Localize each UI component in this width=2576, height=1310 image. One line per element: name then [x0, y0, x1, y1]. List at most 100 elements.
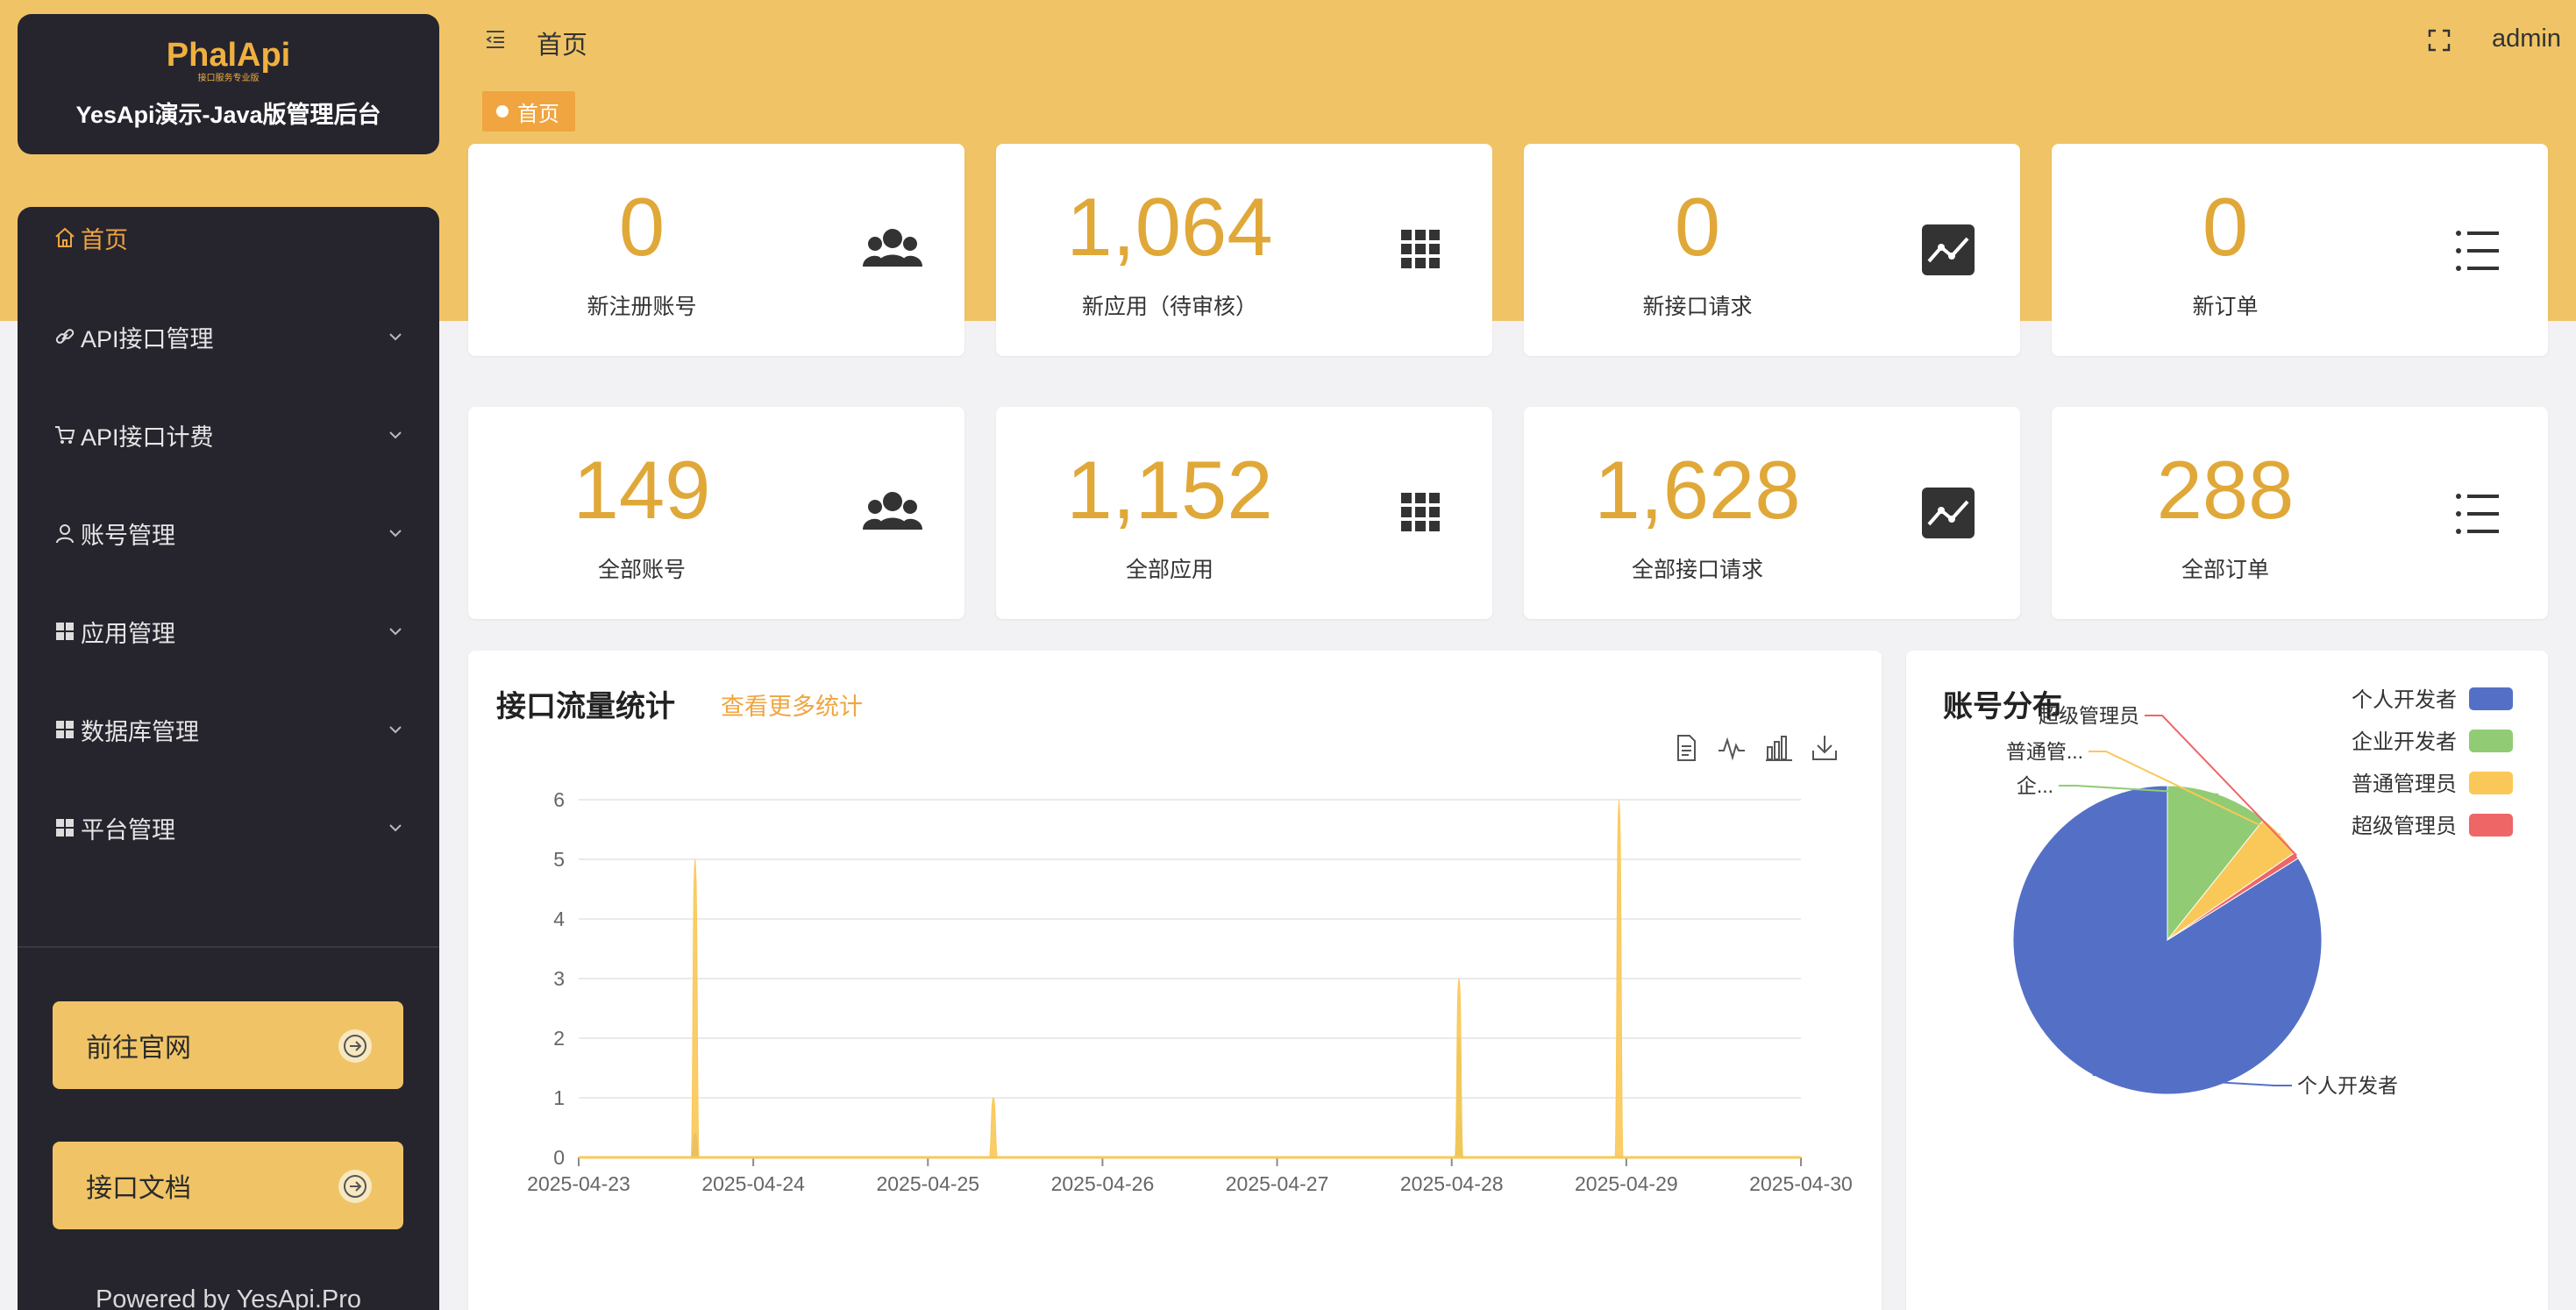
breadcrumb[interactable]: 首页 — [537, 25, 587, 61]
sidebar-item-apps[interactable]: 应用管理 — [18, 605, 439, 658]
stat-label: 全部接口请求 — [1631, 558, 1763, 582]
y-tick-label: 4 — [553, 908, 565, 930]
x-tick-label: 2025-04-24 — [701, 1172, 805, 1195]
y-tick-label: 1 — [553, 1086, 565, 1109]
x-tick-label: 2025-04-28 — [1400, 1172, 1504, 1195]
official-site-button[interactable]: 前往官网 — [53, 1001, 403, 1089]
y-tick-label: 3 — [553, 967, 565, 990]
stat-value: 0 — [618, 181, 665, 273]
grid-icon — [53, 717, 77, 742]
link-icon — [53, 324, 77, 349]
chevron-down-icon — [389, 628, 402, 636]
traffic-area-chart: 0 1 2 3 4 5 6 2025-04-23 2025-04-24 2025-04-25 202… — [527, 788, 1853, 1195]
legend-swatch — [2469, 730, 2513, 752]
chevron-down-icon — [389, 530, 402, 538]
x-tick-label: 2025-04-27 — [1226, 1172, 1329, 1195]
stat-card-new-orders[interactable]: 0 新订单 — [2052, 144, 2548, 356]
stat-value: 1,152 — [1066, 444, 1273, 536]
x-tick-label: 2025-04-29 — [1575, 1172, 1678, 1195]
sidebar-item-api-management[interactable]: API接口管理 — [18, 310, 439, 363]
sidebar-item-accounts[interactable]: 账号管理 — [18, 507, 439, 559]
stat-label: 新应用（待审核） — [1081, 295, 1257, 319]
legend-label: 普通管理员 — [2352, 772, 2457, 796]
x-tick-label: 2025-04-25 — [876, 1172, 979, 1195]
grid-icon — [53, 815, 77, 840]
site-title: YesApi演示-Java版管理后台 — [75, 101, 381, 128]
bar-switch-icon[interactable] — [1764, 733, 1794, 763]
sidebar: 首页 API接口管理 API接口计费 账号管理 应用管理 数据库管理 平台管理 … — [18, 207, 439, 1310]
stat-value: 0 — [2202, 181, 2249, 273]
api-docs-label: 接口文档 — [86, 1174, 191, 1203]
logo: PhalApi 接口服务专业版 — [141, 34, 317, 83]
sidebar-item-database[interactable]: 数据库管理 — [18, 703, 439, 756]
x-tick-label: 2025-04-26 — [1051, 1172, 1155, 1195]
logo-subtitle: 接口服务专业版 — [197, 73, 260, 83]
stat-value: 149 — [573, 444, 711, 536]
stat-card-new-apps[interactable]: 1,064 新应用（待审核） — [996, 144, 1492, 356]
pie-slice-label: 超级管理员 — [2039, 704, 2139, 727]
stat-label: 全部应用 — [1125, 558, 1213, 582]
users-icon — [863, 229, 922, 267]
list-icon — [2456, 494, 2499, 534]
chevron-down-icon — [389, 333, 402, 341]
menu-fold-icon[interactable] — [484, 28, 507, 51]
chevron-down-icon — [389, 726, 402, 734]
apps-icon — [1401, 230, 1440, 268]
x-tick-label: 2025-04-23 — [527, 1172, 630, 1195]
more-stats-link[interactable]: 查看更多统计 — [721, 687, 863, 722]
stat-label: 全部账号 — [597, 558, 686, 582]
stat-card-all-accounts[interactable]: 149 全部账号 — [468, 407, 964, 619]
legend-swatch — [2469, 814, 2513, 837]
sidebar-item-label: 平台管理 — [81, 816, 175, 844]
pie-slice-label: 普通管... — [2006, 740, 2083, 763]
y-tick-label: 5 — [553, 848, 565, 871]
logo-card[interactable]: PhalApi 接口服务专业版 YesApi演示-Java版管理后台 — [18, 14, 439, 154]
chevron-down-icon — [389, 431, 402, 439]
sidebar-item-platform[interactable]: 平台管理 — [18, 801, 439, 854]
sidebar-item-label: 应用管理 — [81, 620, 175, 647]
stat-value: 0 — [1674, 181, 1721, 273]
sidebar-item-label: API接口计费 — [81, 424, 214, 451]
official-site-label: 前往官网 — [86, 1034, 191, 1063]
download-icon[interactable] — [1810, 733, 1839, 763]
sidebar-divider — [18, 946, 439, 948]
stat-label: 全部订单 — [2181, 558, 2269, 582]
area-spike — [1454, 978, 1464, 1158]
legend-label: 企业开发者 — [2352, 730, 2457, 754]
legend-label: 个人开发者 — [2352, 688, 2457, 712]
apps-icon — [1401, 493, 1440, 531]
area-spike — [690, 858, 701, 1158]
sidebar-item-label: 首页 — [81, 226, 128, 253]
y-tick-label: 6 — [553, 788, 565, 811]
api-docs-button[interactable]: 接口文档 — [53, 1142, 403, 1229]
traffic-title: 接口流量统计 — [496, 690, 675, 723]
stat-value: 288 — [2156, 444, 2295, 536]
grid-icon — [53, 619, 77, 644]
user-icon — [53, 521, 77, 545]
traffic-panel: 接口流量统计 查看更多统计 0 1 2 3 4 5 6 2025-04-23 2025-04-2… — [468, 651, 1882, 1310]
stat-card-all-apps[interactable]: 1,152 全部应用 — [996, 407, 1492, 619]
tab-home[interactable]: 首页 — [482, 91, 575, 132]
data-view-icon[interactable] — [1671, 733, 1701, 763]
stat-card-new-requests[interactable]: 0 新接口请求 — [1524, 144, 2020, 356]
user-menu[interactable]: admin — [2492, 25, 2561, 53]
accounts-pie-chart: 个人开发者企业开发者普通管理员超级管理员个人开发者企...普通管...超级管理员 — [2006, 687, 2513, 1097]
stat-card-all-orders[interactable]: 288 全部订单 — [2052, 407, 2548, 619]
sidebar-item-label: API接口管理 — [81, 325, 214, 352]
users-icon — [863, 492, 922, 530]
legend-label: 超级管理员 — [2352, 815, 2457, 838]
sidebar-item-home[interactable]: 首页 — [18, 211, 439, 264]
sidebar-item-api-billing[interactable]: API接口计费 — [18, 409, 439, 461]
arrow-right-icon — [338, 1029, 372, 1063]
list-icon — [2456, 231, 2499, 271]
stat-value: 1,064 — [1066, 181, 1273, 273]
stat-label: 新接口请求 — [1642, 295, 1753, 319]
legend-swatch — [2469, 772, 2513, 794]
stat-card-all-requests[interactable]: 1,628 全部接口请求 — [1524, 407, 2020, 619]
fullscreen-icon[interactable] — [2427, 28, 2451, 53]
tab-label: 首页 — [517, 102, 559, 126]
line-switch-icon[interactable] — [1717, 733, 1747, 763]
stat-card-new-accounts[interactable]: 0 新注册账号 — [468, 144, 964, 356]
accounts-panel: 账号分布 个人开发者 企业开发者 普通管理员 超级管理员 个人开发者 企... 普通管...… — [1906, 651, 2548, 1310]
pie-slice-label: 企... — [2017, 774, 2053, 797]
